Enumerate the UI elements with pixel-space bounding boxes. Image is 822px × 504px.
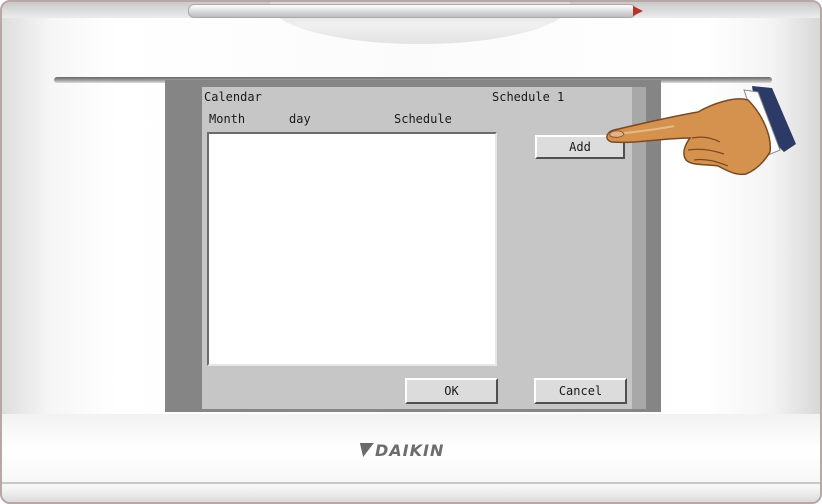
daikin-logo: DAIKIN [356, 440, 445, 460]
stylus-pen [188, 4, 643, 18]
column-header-month: Month [209, 112, 246, 126]
cancel-button[interactable]: Cancel [534, 378, 627, 404]
screen-title: Calendar [204, 90, 262, 104]
schedule-name: Schedule 1 [492, 90, 565, 104]
ok-button[interactable]: OK [405, 378, 498, 404]
logo-text: DAIKIN [375, 440, 445, 460]
daikin-mark-icon [356, 443, 374, 457]
column-header-schedule: Schedule [394, 112, 452, 126]
calendar-screen: Calendar Schedule 1 Month day Schedule A… [202, 87, 632, 409]
column-header-day: day [289, 112, 311, 126]
calendar-list[interactable] [207, 132, 497, 366]
controller-housing: Calendar Schedule 1 Month day Schedule A… [0, 0, 822, 504]
pointing-hand-icon [606, 86, 796, 176]
housing-bottom-edge [2, 482, 820, 484]
